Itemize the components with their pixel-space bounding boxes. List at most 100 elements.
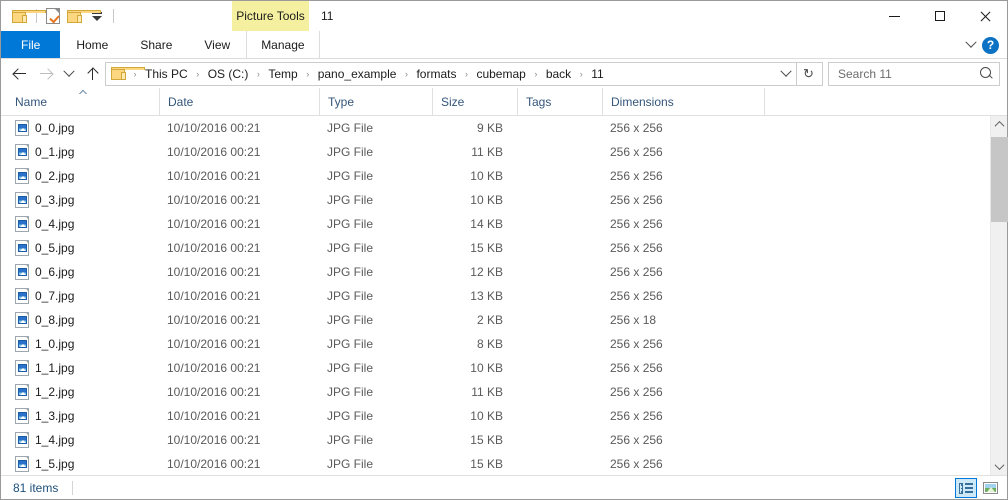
table-row[interactable]: 0_6.jpg 10/10/2016 00:21 JPG File 12 KB 256 … bbox=[7, 260, 990, 284]
breadcrumb-item-os-c[interactable]: OS (C:) bbox=[203, 65, 254, 83]
breadcrumb-separator-1[interactable]: › bbox=[193, 69, 203, 79]
breadcrumb-separator-7[interactable]: › bbox=[576, 69, 586, 79]
minimize-button[interactable] bbox=[872, 1, 917, 31]
cell-name[interactable]: 0_2.jpg bbox=[7, 168, 159, 184]
breadcrumb-item-cubemap[interactable]: cubemap bbox=[471, 65, 530, 83]
table-row[interactable]: 0_1.jpg 10/10/2016 00:21 JPG File 11 KB 256 … bbox=[7, 140, 990, 164]
table-row[interactable]: 1_3.jpg 10/10/2016 00:21 JPG File 10 KB 256 … bbox=[7, 404, 990, 428]
refresh-icon[interactable]: ↻ bbox=[796, 61, 820, 86]
folder-icon[interactable] bbox=[9, 5, 46, 27]
breadcrumb-dropdown-icon[interactable] bbox=[776, 63, 796, 85]
scrollbar-thumb[interactable] bbox=[991, 137, 1008, 222]
cell-name[interactable]: 1_2.jpg bbox=[7, 384, 159, 400]
column-header-date[interactable]: Date bbox=[159, 88, 319, 115]
back-button[interactable] bbox=[7, 62, 33, 86]
new-folder-icon[interactable] bbox=[64, 5, 101, 27]
cell-date: 10/10/2016 00:21 bbox=[167, 217, 261, 231]
breadcrumb-separator-2[interactable]: › bbox=[253, 69, 263, 79]
vertical-scrollbar[interactable] bbox=[990, 116, 1008, 475]
cell-date: 10/10/2016 00:21 bbox=[167, 457, 261, 471]
large-icons-view-button[interactable] bbox=[979, 478, 1001, 498]
table-row[interactable]: 0_0.jpg 10/10/2016 00:21 JPG File 9 KB 256 x… bbox=[7, 116, 990, 140]
column-header-size[interactable]: Size bbox=[432, 88, 517, 115]
cell-dimensions: 256 x 256 bbox=[610, 121, 663, 135]
scroll-down-icon[interactable] bbox=[991, 458, 1007, 475]
cell-name[interactable]: 1_4.jpg bbox=[7, 432, 159, 448]
cell-type: JPG File bbox=[327, 145, 374, 159]
cell-name[interactable]: 0_8.jpg bbox=[7, 312, 159, 328]
cell-date: 10/10/2016 00:21 bbox=[167, 385, 261, 399]
cell-type: JPG File bbox=[327, 217, 374, 231]
maximize-button[interactable] bbox=[917, 1, 962, 31]
table-row[interactable]: 1_0.jpg 10/10/2016 00:21 JPG File 8 KB 256 x… bbox=[7, 332, 990, 356]
cell-name[interactable]: 0_0.jpg bbox=[7, 120, 159, 136]
details-view-button[interactable] bbox=[955, 478, 977, 498]
tab-file[interactable]: File bbox=[1, 31, 61, 58]
scroll-up-icon[interactable] bbox=[991, 116, 1007, 133]
breadcrumb-separator-3[interactable]: › bbox=[303, 69, 313, 79]
cell-name[interactable]: 0_7.jpg bbox=[7, 288, 159, 304]
picture-tools-tab-group[interactable]: Picture Tools bbox=[232, 1, 309, 31]
column-header-tags[interactable]: Tags bbox=[517, 88, 602, 115]
breadcrumb-item-back[interactable]: back bbox=[541, 65, 576, 83]
column-header-name[interactable]: Name bbox=[7, 88, 159, 115]
tab-manage[interactable]: Manage bbox=[246, 31, 320, 58]
scrollbar-track[interactable] bbox=[991, 133, 1008, 458]
table-row[interactable]: 1_4.jpg 10/10/2016 00:21 JPG File 15 KB 256 … bbox=[7, 428, 990, 452]
breadcrumb-item-pano-example[interactable]: pano_example bbox=[313, 65, 402, 83]
breadcrumb-separator-4[interactable]: › bbox=[401, 69, 411, 79]
cell-size: 11 KB bbox=[471, 385, 503, 399]
column-header-type[interactable]: Type bbox=[319, 88, 432, 115]
cell-type: JPG File bbox=[327, 337, 374, 351]
table-row[interactable]: 0_4.jpg 10/10/2016 00:21 JPG File 14 KB 256 … bbox=[7, 212, 990, 236]
cell-date: 10/10/2016 00:21 bbox=[167, 169, 261, 183]
cell-name[interactable]: 1_3.jpg bbox=[7, 408, 159, 424]
jpg-file-icon bbox=[15, 288, 29, 304]
tab-share[interactable]: Share bbox=[124, 31, 188, 58]
table-row[interactable]: 0_3.jpg 10/10/2016 00:21 JPG File 10 KB 256 … bbox=[7, 188, 990, 212]
tab-view[interactable]: View bbox=[188, 31, 246, 58]
search-icon[interactable] bbox=[980, 66, 994, 81]
cell-name[interactable]: 0_3.jpg bbox=[7, 192, 159, 208]
table-row[interactable]: 0_8.jpg 10/10/2016 00:21 JPG File 2 KB 256 x… bbox=[7, 308, 990, 332]
cell-name[interactable]: 0_6.jpg bbox=[7, 264, 159, 280]
cell-type: JPG File bbox=[327, 193, 374, 207]
table-row[interactable]: 0_5.jpg 10/10/2016 00:21 JPG File 15 KB 256 … bbox=[7, 236, 990, 260]
table-row[interactable]: 0_7.jpg 10/10/2016 00:21 JPG File 13 KB 256 … bbox=[7, 284, 990, 308]
cell-name[interactable]: 0_4.jpg bbox=[7, 216, 159, 232]
recent-locations-icon[interactable] bbox=[59, 62, 79, 86]
column-header-filler bbox=[764, 88, 1007, 115]
cell-size: 10 KB bbox=[470, 193, 503, 207]
chevron-down-icon[interactable] bbox=[962, 36, 980, 54]
cell-type: JPG File bbox=[327, 241, 374, 255]
help-icon[interactable]: ? bbox=[982, 36, 999, 54]
cell-name[interactable]: 1_1.jpg bbox=[7, 360, 159, 376]
cell-name[interactable]: 1_0.jpg bbox=[7, 336, 159, 352]
breadcrumb[interactable]: › This PC › OS (C:) › Temp › pano_exampl… bbox=[105, 61, 823, 86]
up-button[interactable] bbox=[79, 62, 105, 86]
properties-icon[interactable] bbox=[42, 5, 64, 27]
table-row[interactable]: 0_2.jpg 10/10/2016 00:21 JPG File 10 KB 256 … bbox=[7, 164, 990, 188]
cell-name[interactable]: 0_1.jpg bbox=[7, 144, 159, 160]
table-row[interactable]: 1_5.jpg 10/10/2016 00:21 JPG File 15 KB 256 … bbox=[7, 452, 990, 475]
cell-size: 12 KB bbox=[470, 265, 503, 279]
tab-home[interactable]: Home bbox=[60, 31, 124, 58]
jpg-file-icon bbox=[15, 312, 29, 328]
breadcrumb-item-this-pc[interactable]: This PC bbox=[140, 65, 193, 83]
breadcrumb-item-11[interactable]: 11 bbox=[586, 65, 608, 83]
breadcrumb-separator-6[interactable]: › bbox=[531, 69, 541, 79]
table-row[interactable]: 1_1.jpg 10/10/2016 00:21 JPG File 10 KB 256 … bbox=[7, 356, 990, 380]
close-button[interactable] bbox=[962, 1, 1007, 31]
column-header-dimensions[interactable]: Dimensions bbox=[602, 88, 764, 115]
breadcrumb-item-temp[interactable]: Temp bbox=[263, 65, 302, 83]
cell-name[interactable]: 0_5.jpg bbox=[7, 240, 159, 256]
customize-dropdown-icon[interactable] bbox=[86, 5, 108, 27]
breadcrumb-separator-5[interactable]: › bbox=[461, 69, 471, 79]
search-box[interactable] bbox=[828, 61, 1000, 86]
table-row[interactable]: 1_2.jpg 10/10/2016 00:21 JPG File 11 KB 256 … bbox=[7, 380, 990, 404]
file-name-label: 1_2.jpg bbox=[35, 385, 75, 399]
search-input[interactable] bbox=[838, 66, 980, 81]
cell-name[interactable]: 1_5.jpg bbox=[7, 456, 159, 472]
window-controls bbox=[872, 1, 1007, 31]
breadcrumb-item-formats[interactable]: formats bbox=[411, 65, 461, 83]
